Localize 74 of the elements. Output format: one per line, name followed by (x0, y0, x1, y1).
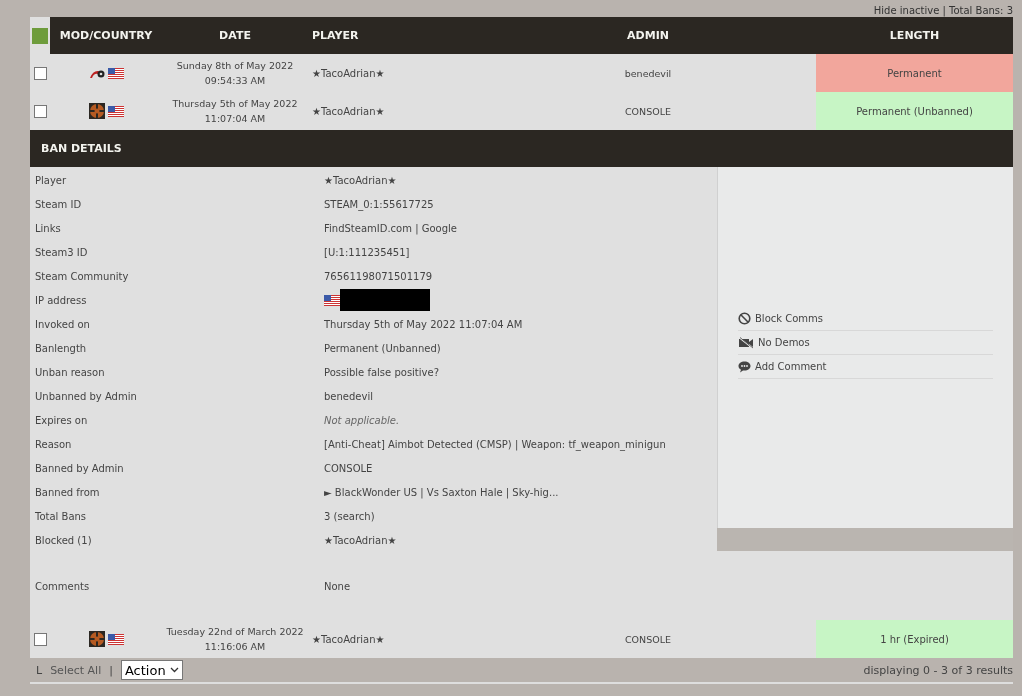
field-value: [Anti-Cheat] Aimbot Detected (CMSP) | Weapon: tf_weapon_minigun (324, 438, 667, 450)
field-value: [U:1:111235451] (324, 246, 411, 258)
column-header: ADMIN (626, 29, 670, 42)
field-label: Steam ID (34, 198, 83, 210)
action-link[interactable]: Add Comment (755, 361, 827, 372)
field-label: Blocked (1) (34, 534, 93, 546)
player-cell-text: ★TacoAdrian★ (311, 104, 386, 119)
tf2-logo-icon (88, 631, 105, 647)
field-value: None (324, 580, 352, 592)
field-label: Comments (34, 580, 91, 592)
field-label: IP address (34, 294, 88, 306)
field-value: Possible false positive? (324, 366, 440, 378)
field-label: Unban reason (34, 366, 106, 378)
action-link[interactable]: Block Comms (755, 313, 824, 324)
field-value: Not applicable. (324, 414, 401, 426)
select-all-link[interactable]: Select All (50, 663, 102, 677)
field-value: STEAM_0:1:55617725 (324, 198, 435, 210)
block-icon (738, 312, 751, 325)
field-label: Expires on (34, 414, 89, 426)
results-count: displaying 0 - 3 of 3 results (863, 663, 1013, 677)
field-label: Player (34, 174, 68, 186)
field-label: Invoked on (34, 318, 91, 330)
date-cell-text: Thursday 5th of May 2022 11:07:04 AM (171, 97, 299, 126)
us-flag-icon (107, 67, 124, 79)
length-cell: Permanent (816, 54, 1013, 92)
column-header: LENGTH (888, 29, 941, 42)
field-value: ★TacoAdrian★ (324, 174, 398, 186)
length-cell: 1 hr (Expired) (816, 620, 1013, 658)
us-flag-icon (324, 294, 340, 306)
action-select[interactable]: Action (120, 660, 183, 680)
field-label: Banned from (34, 486, 101, 498)
length-cell: Permanent (Unbanned) (816, 92, 1013, 130)
filter-summary: Hide inactive | Total Bans: 3 (873, 5, 1013, 17)
column-header: DATE (218, 29, 252, 42)
us-flag-icon (107, 105, 124, 117)
field-value: ► BlackWonder US | Vs Saxton Hale | Sky-hig... (324, 486, 560, 498)
select-toggle-icon[interactable] (32, 27, 48, 44)
row-checkbox[interactable] (34, 632, 47, 646)
field-value: Thursday 5th of May 2022 11:07:04 AM (324, 318, 524, 330)
field-value: Permanent (Unbanned) (324, 342, 442, 354)
field-label: Steam Community (34, 270, 130, 282)
field-value: benedevil (324, 390, 374, 402)
field-label: Steam3 ID (34, 246, 89, 258)
video-off-icon (738, 336, 754, 349)
corner-marker: L (36, 663, 43, 677)
field-value: FindSteamID.com | Google (324, 222, 458, 234)
player-cell-text: ★TacoAdrian★ (311, 66, 386, 81)
details-title: BAN DETAILS (41, 142, 122, 155)
field-value: 3 (search) (324, 510, 376, 522)
date-cell-text: Sunday 8th of May 2022 09:54:33 AM (175, 59, 295, 88)
field-label: Unbanned by Admin (34, 390, 138, 402)
comment-icon (738, 360, 751, 373)
field-value: 76561198071501179 (324, 270, 434, 282)
field-label: Banlength (34, 342, 88, 354)
admin-cell-text: benedevil (623, 66, 673, 81)
column-header: MOD/COUNTRY (58, 29, 154, 42)
column-header: PLAYER (311, 29, 360, 42)
date-cell-text: Tuesday 22nd of March 2022 11:16:06 AM (165, 625, 305, 654)
field-value: ★TacoAdrian★ (324, 534, 398, 546)
row-checkbox[interactable] (34, 66, 47, 80)
admin-cell-text: CONSOLE (624, 104, 672, 119)
row-checkbox[interactable] (34, 104, 47, 118)
admin-cell-text: CONSOLE (624, 632, 672, 647)
caret-icon (169, 667, 179, 673)
field-label: Total Bans (34, 510, 88, 522)
us-flag-icon (107, 633, 124, 645)
field-label: Links (34, 222, 62, 234)
action-link[interactable]: No Demos (758, 337, 810, 348)
tf2-logo-icon (88, 103, 105, 119)
field-label: Reason (34, 438, 73, 450)
player-cell-text: ★TacoAdrian★ (311, 632, 386, 647)
field-label: Banned by Admin (34, 462, 125, 474)
separator: | (109, 663, 113, 677)
field-value: CONSOLE (324, 462, 374, 474)
